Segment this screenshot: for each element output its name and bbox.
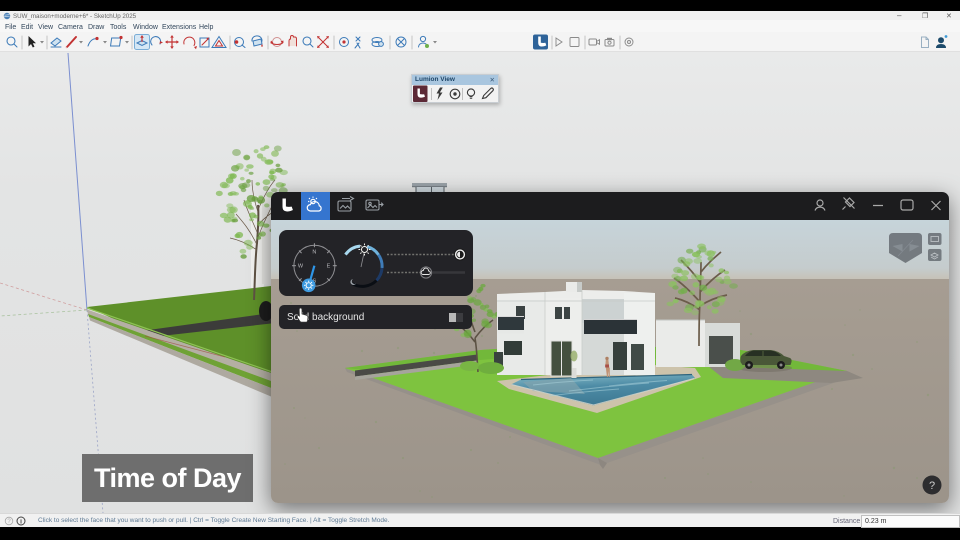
svg-text:W: W bbox=[298, 264, 304, 270]
svg-text:N: N bbox=[312, 250, 316, 256]
svg-text:E: E bbox=[327, 264, 331, 270]
svg-text:i: i bbox=[20, 518, 22, 525]
svg-text:?: ? bbox=[929, 480, 935, 492]
